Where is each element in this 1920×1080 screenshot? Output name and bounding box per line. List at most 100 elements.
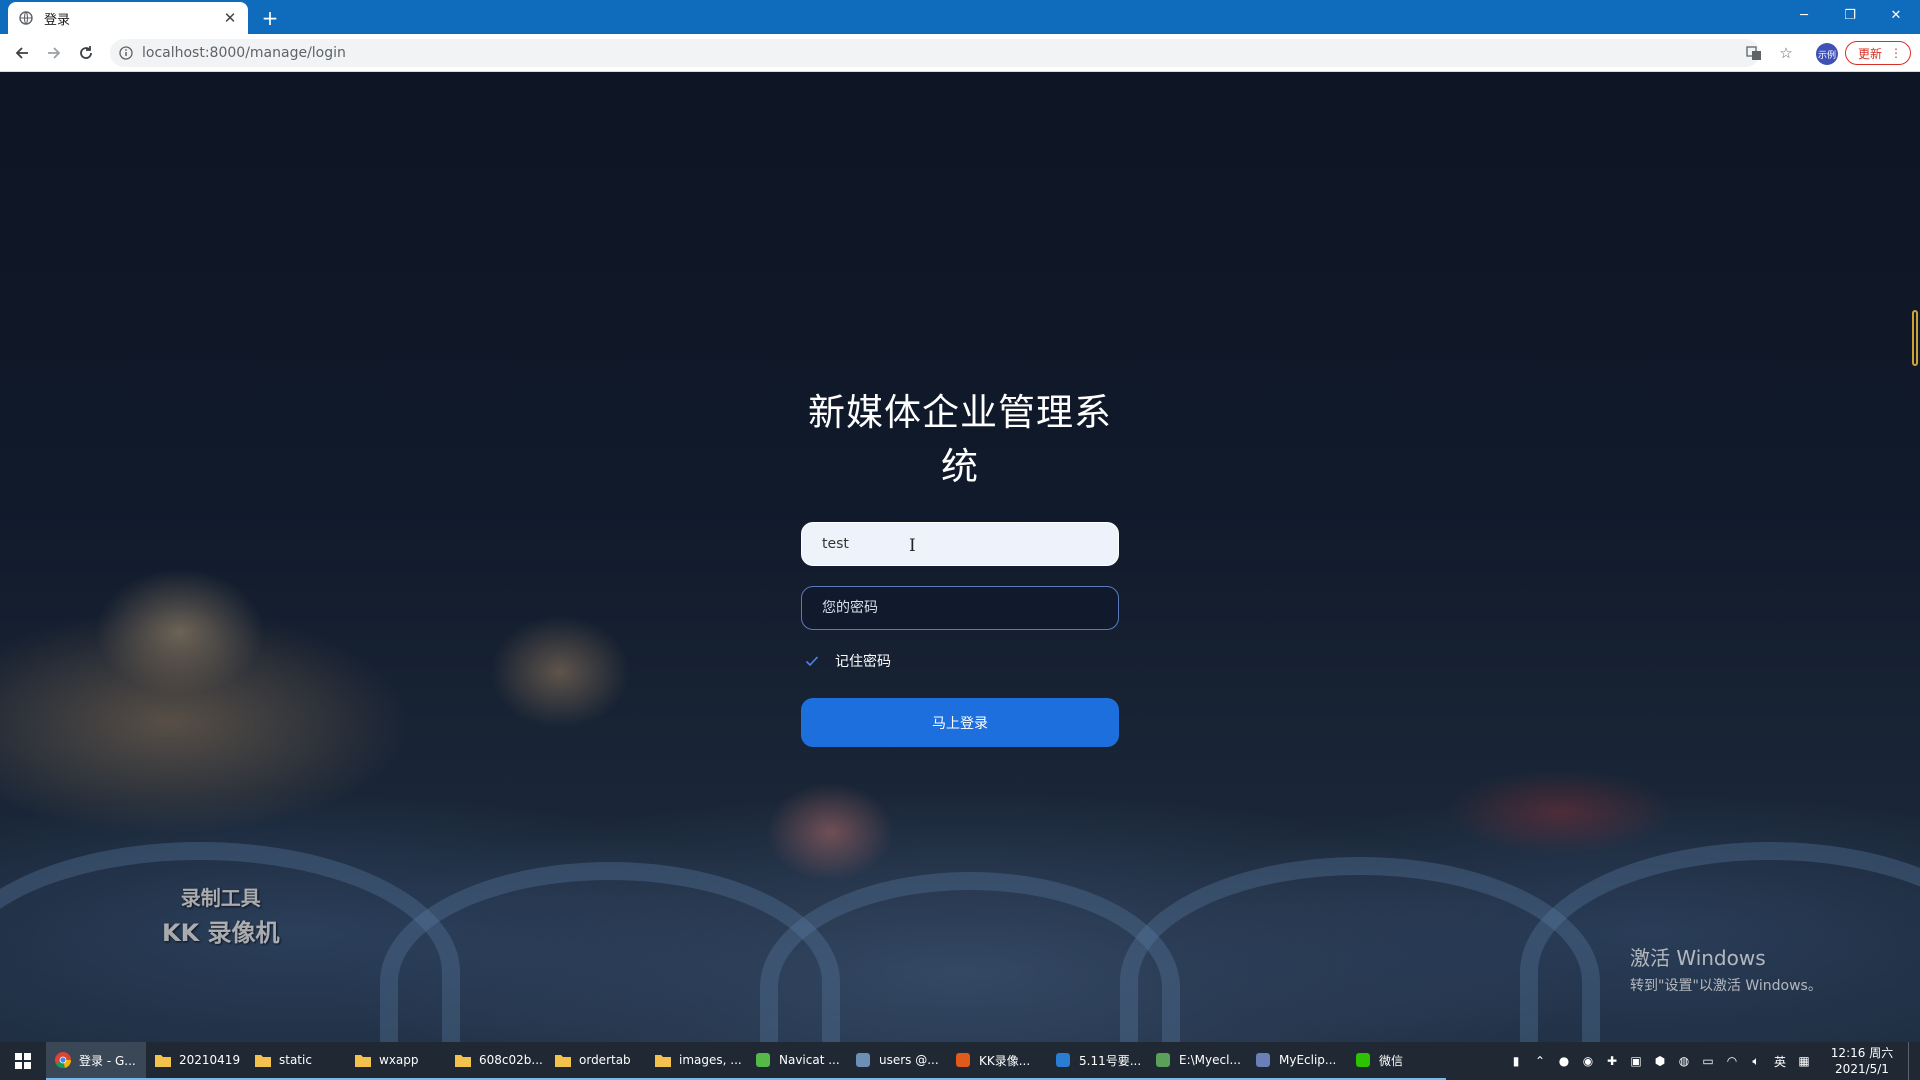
system-clock[interactable]: 12:16 周六 2021/5/1 bbox=[1816, 1045, 1908, 1077]
myeclipse-icon bbox=[1254, 1051, 1272, 1069]
remember-password[interactable]: 记住密码 bbox=[803, 650, 1119, 672]
password-input[interactable] bbox=[801, 586, 1119, 630]
text-cursor-icon: I bbox=[909, 536, 916, 556]
wechat-icon bbox=[1354, 1051, 1372, 1069]
taskbar-item-label: ordertab bbox=[579, 1053, 631, 1067]
start-button[interactable] bbox=[0, 1042, 46, 1080]
taskbar-item[interactable]: images, ... bbox=[646, 1042, 746, 1080]
login-button[interactable]: 马上登录 bbox=[801, 698, 1119, 747]
reload-icon[interactable] bbox=[74, 41, 98, 65]
bookmark-star-icon[interactable]: ☆ bbox=[1776, 43, 1796, 63]
taskbar-item-label: wxapp bbox=[379, 1053, 419, 1067]
taskbar-item[interactable]: 微信 bbox=[1346, 1042, 1446, 1080]
taskbar-item[interactable]: E:\Myecl... bbox=[1146, 1042, 1246, 1080]
taskbar-item[interactable]: 登录 - G... bbox=[46, 1042, 146, 1080]
taskbar-item-label: images, ... bbox=[679, 1053, 742, 1067]
more-menu-icon: ⋮ bbox=[1890, 46, 1902, 60]
activate-windows-notice: 激活 Windows 转到"设置"以激活 Windows。 bbox=[1630, 942, 1822, 995]
globe-icon bbox=[18, 10, 34, 26]
ime-grid-icon[interactable]: ▦ bbox=[1792, 1042, 1816, 1080]
chrome-icon bbox=[54, 1051, 72, 1069]
taskbar-item[interactable]: 20210419 bbox=[146, 1042, 246, 1080]
minimize-button[interactable]: ─ bbox=[1782, 0, 1826, 30]
address-bar[interactable]: localhost:8000/manage/login bbox=[110, 39, 1760, 67]
taskbar-item[interactable]: wxapp bbox=[346, 1042, 446, 1080]
taskbar-item-label: Navicat ... bbox=[779, 1053, 840, 1067]
monitor-tray-icon[interactable]: ▣ bbox=[1624, 1042, 1648, 1080]
taskbar-item-label: MyEclip... bbox=[1279, 1053, 1337, 1067]
windows-logo-icon bbox=[15, 1053, 31, 1069]
close-window-button[interactable]: ✕ bbox=[1874, 0, 1918, 30]
watermark-line2: KK 录像机 bbox=[162, 919, 280, 947]
taskbar-item[interactable]: MyEclip... bbox=[1246, 1042, 1346, 1080]
site-info-icon[interactable] bbox=[118, 45, 134, 61]
recorder-watermark: 录制工具 KK 录像机 bbox=[162, 882, 280, 948]
system-tray: ▮ ⌃ ● ◉ ✚ ▣ ⬢ ◍ ▭ ◠ 🔈︎ 英 ▦ 12:16 周六 2021… bbox=[1504, 1042, 1920, 1080]
taskbar-item-label: E:\Myecl... bbox=[1179, 1053, 1241, 1067]
taskbar-item-label: 608c02b... bbox=[479, 1053, 543, 1067]
folder-icon bbox=[354, 1051, 372, 1069]
navicat-icon bbox=[754, 1051, 772, 1069]
folder-icon bbox=[454, 1051, 472, 1069]
browser-tab[interactable]: 登录 ✕ bbox=[8, 2, 248, 34]
chevron-up-icon[interactable]: ⌃ bbox=[1528, 1042, 1552, 1080]
battery-tray-icon[interactable]: ▭ bbox=[1696, 1042, 1720, 1080]
windows-taskbar: 登录 - G... 20210419 static wxapp 608c02b... or… bbox=[0, 1042, 1920, 1080]
new-tab-button[interactable]: + bbox=[258, 6, 282, 30]
tab-close-icon[interactable]: ✕ bbox=[222, 9, 238, 27]
translate-icon[interactable] bbox=[1744, 43, 1764, 63]
usb-icon[interactable]: ▮ bbox=[1504, 1042, 1528, 1080]
username-input[interactable] bbox=[801, 522, 1119, 566]
wifi-icon[interactable]: ◠ bbox=[1720, 1042, 1744, 1080]
clock-date: 2021/5/1 bbox=[1835, 1062, 1889, 1076]
shield-tray-icon[interactable]: ⬢ bbox=[1648, 1042, 1672, 1080]
taskbar-item[interactable]: static bbox=[246, 1042, 346, 1080]
folder-icon bbox=[254, 1051, 272, 1069]
taskbar-item[interactable]: 608c02b... bbox=[446, 1042, 546, 1080]
watermark-line1: 录制工具 bbox=[180, 886, 261, 910]
taskbar-item-label: static bbox=[279, 1053, 312, 1067]
background-seat bbox=[760, 872, 1180, 1042]
folder-icon bbox=[154, 1051, 172, 1069]
ime-indicator[interactable]: 英 bbox=[1768, 1042, 1792, 1080]
kk-recorder-icon bbox=[954, 1051, 972, 1069]
wechat-tray-icon[interactable]: ◍ bbox=[1672, 1042, 1696, 1080]
taskbar-item[interactable]: ordertab bbox=[546, 1042, 646, 1080]
taskbar-item[interactable]: Navicat ... bbox=[746, 1042, 846, 1080]
word-icon bbox=[1054, 1051, 1072, 1069]
forward-arrow-icon[interactable] bbox=[42, 41, 66, 65]
taskbar-item-label: 5.11号要... bbox=[1079, 1053, 1142, 1068]
username-field-wrapper: I bbox=[801, 522, 1119, 566]
security-tray-icon[interactable]: ✚ bbox=[1600, 1042, 1624, 1080]
taskbar-item[interactable]: 5.11号要... bbox=[1046, 1042, 1146, 1080]
show-desktop-button[interactable] bbox=[1908, 1042, 1920, 1080]
remember-label: 记住密码 bbox=[835, 654, 891, 670]
update-button[interactable]: 更新 ⋮ bbox=[1845, 41, 1911, 65]
checkmark-icon[interactable] bbox=[803, 652, 821, 670]
back-arrow-icon[interactable] bbox=[10, 41, 34, 65]
profile-avatar[interactable]: 示例 bbox=[1816, 43, 1838, 65]
clock-time: 12:16 周六 bbox=[1830, 1046, 1894, 1060]
taskbar-item-label: 微信 bbox=[1379, 1053, 1404, 1068]
password-field-wrapper bbox=[801, 586, 1119, 630]
volume-icon[interactable]: 🔈︎ bbox=[1744, 1042, 1768, 1080]
page-title: 新媒体企业管理系统 bbox=[808, 391, 1112, 488]
login-form: 新媒体企业管理系统 I 记住密码 马上登录 bbox=[801, 382, 1119, 747]
taskbar-item-label: 20210419 bbox=[179, 1053, 241, 1067]
scrollbar-indicator[interactable] bbox=[1912, 310, 1918, 366]
tab-title: 登录 bbox=[44, 12, 71, 28]
folder-icon bbox=[654, 1051, 672, 1069]
restore-button[interactable]: ❐ bbox=[1828, 0, 1872, 30]
taskbar-item[interactable]: users @... bbox=[846, 1042, 946, 1080]
url-text: localhost:8000/manage/login bbox=[142, 45, 346, 61]
qq-tray-icon[interactable]: ◉ bbox=[1576, 1042, 1600, 1080]
app-tray-icon[interactable]: ● bbox=[1552, 1042, 1576, 1080]
activate-title: 激活 Windows bbox=[1630, 946, 1766, 970]
browser-toolbar: localhost:8000/manage/login ☆ 示例 更新 ⋮ bbox=[0, 34, 1920, 72]
taskbar-item[interactable]: KK录像... bbox=[946, 1042, 1046, 1080]
taskbar-item-label: KK录像... bbox=[979, 1053, 1031, 1068]
taskbar-item-label: 登录 - G... bbox=[79, 1053, 136, 1068]
update-label: 更新 bbox=[1858, 46, 1883, 61]
login-page: 新媒体企业管理系统 I 记住密码 马上登录 录制工具 KK 录像机 激活 Win… bbox=[0, 72, 1920, 1042]
browser-tab-bar: 登录 ✕ + ─ ❐ ✕ bbox=[0, 0, 1920, 34]
